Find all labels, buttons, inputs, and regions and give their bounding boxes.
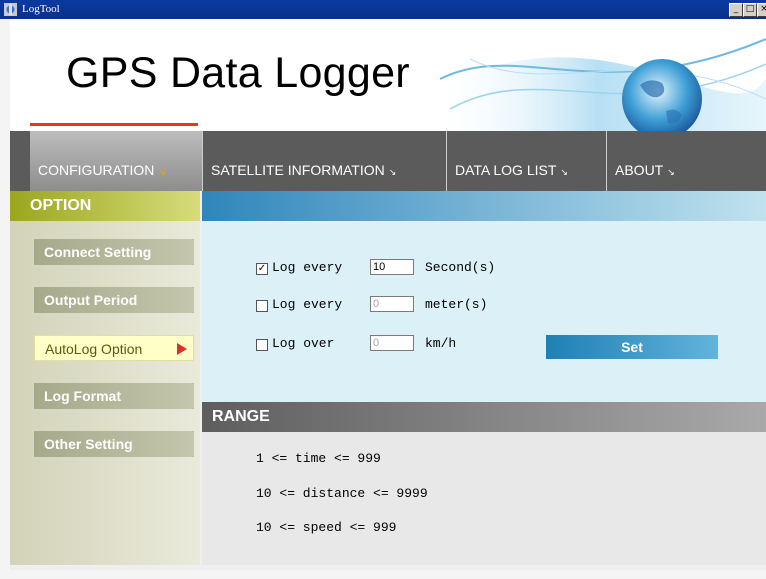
chevron-down-icon: ↘ <box>388 167 397 177</box>
header-accent-line <box>30 123 198 126</box>
log-every-meters-checkbox[interactable] <box>256 300 268 312</box>
tab-satellite-information-label: SATELLITE INFORMATION <box>211 162 385 178</box>
header-banner: GPS Data Logger <box>10 19 766 131</box>
maximize-icon[interactable]: □ <box>743 3 757 17</box>
tab-configuration[interactable]: CONFIGURATION ↘ <box>30 131 202 191</box>
globe-graphic <box>430 38 766 131</box>
chevron-down-icon: ↘ <box>667 167 675 177</box>
sidebar-item-log-format[interactable]: Log Format <box>34 383 194 409</box>
log-every-meters-label: Log every <box>272 297 343 312</box>
sidebar-item-label: AutoLog Option <box>45 341 143 357</box>
log-every-seconds-label: Log every <box>272 260 343 275</box>
log-over-speed-checkbox[interactable] <box>256 339 268 351</box>
meters-input[interactable]: 0 <box>370 296 414 312</box>
range-distance-text: 10 <= distance <= 9999 <box>256 486 428 501</box>
range-speed-text: 10 <= speed <= 999 <box>256 520 397 535</box>
speed-input[interactable]: 0 <box>370 335 414 351</box>
meters-unit-label: meter(s) <box>425 297 488 312</box>
sidebar-item-label: Other Setting <box>44 436 133 452</box>
tab-satellite-information[interactable]: SATELLITE INFORMATION ↘ <box>202 131 446 191</box>
speed-unit-label: km/h <box>425 336 457 351</box>
log-every-seconds-checkbox[interactable]: ✓ <box>256 263 268 275</box>
range-header-label: RANGE <box>212 408 270 425</box>
tab-about[interactable]: ABOUT ↘ <box>606 131 766 191</box>
seconds-unit-label: Second(s) <box>425 260 496 275</box>
log-over-speed-label: Log over <box>272 336 335 351</box>
frame-left-edge <box>0 19 10 579</box>
window-title: LogTool <box>22 3 60 15</box>
close-icon[interactable]: × <box>757 3 766 17</box>
sidebar-item-other-setting[interactable]: Other Setting <box>34 431 194 457</box>
tab-configuration-label: CONFIGURATION <box>38 162 155 178</box>
set-button[interactable]: Set <box>546 335 718 359</box>
range-header: RANGE <box>202 402 766 432</box>
app-title: GPS Data Logger <box>66 49 410 97</box>
sidebar-item-label: Connect Setting <box>44 244 152 260</box>
tab-data-log-list[interactable]: DATA LOG LIST ↘ <box>446 131 606 191</box>
tab-data-log-list-label: DATA LOG LIST <box>455 162 557 178</box>
sidebar-item-connect-setting[interactable]: Connect Setting <box>34 239 194 265</box>
tab-about-label: ABOUT <box>615 162 664 178</box>
frame-bottom-edge <box>0 570 766 579</box>
sidebar-item-output-period[interactable]: Output Period <box>34 287 194 313</box>
window-title-bar[interactable]: LogTool _ □ × <box>0 0 766 19</box>
main-nav: CONFIGURATION ↘ SATELLITE INFORMATION ↘ DA… <box>10 131 766 191</box>
minimize-icon[interactable]: _ <box>729 3 743 17</box>
seconds-input[interactable]: 10 <box>370 259 414 275</box>
arrow-right-icon <box>177 343 187 355</box>
sidebar-header-label: OPTION <box>30 197 92 214</box>
range-time-text: 1 <= time <= 999 <box>256 451 381 466</box>
chevron-down-icon: ↘ <box>158 167 166 177</box>
sidebar-item-label: Output Period <box>44 292 138 308</box>
sidebar-item-autolog-option[interactable]: AutoLog Option <box>34 335 194 361</box>
sidebar-item-label: Log Format <box>44 388 121 404</box>
options-header-strip <box>202 191 766 221</box>
app-icon <box>4 3 17 16</box>
sidebar-header: OPTION <box>10 191 200 221</box>
chevron-down-icon: ↘ <box>560 167 568 177</box>
